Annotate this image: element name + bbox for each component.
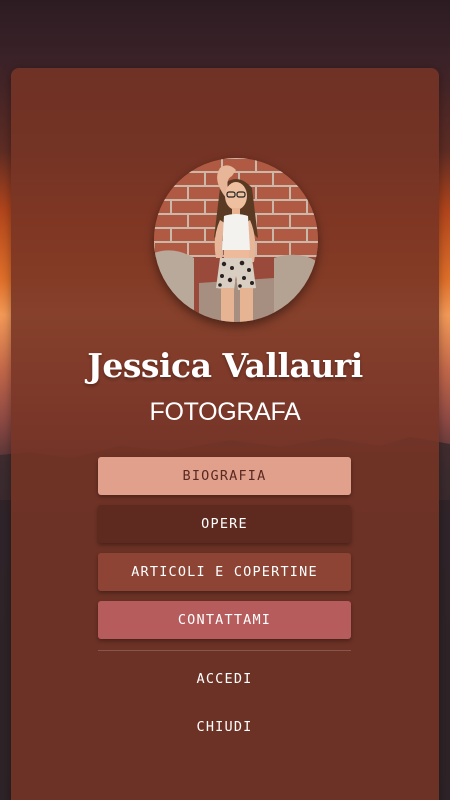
profile-role: FOTOGRAFA bbox=[149, 398, 301, 426]
close-link[interactable]: CHIUDI bbox=[98, 719, 351, 735]
biography-button[interactable]: BIOGRAFIA bbox=[98, 457, 351, 495]
login-link[interactable]: ACCEDI bbox=[98, 671, 351, 687]
profile-name: Jessica Vallauri bbox=[87, 346, 363, 385]
menu-divider bbox=[98, 650, 351, 651]
profile-card: Jessica Vallauri FOTOGRAFA BIOGRAFIA OPE… bbox=[11, 68, 439, 800]
photo-image bbox=[154, 158, 318, 322]
page: { "profile": { "name": "Jessica Vallauri… bbox=[0, 0, 450, 800]
contact-me-button[interactable]: CONTATTAMI bbox=[98, 601, 351, 639]
profile-photo bbox=[154, 158, 318, 322]
articles-and-covers-button[interactable]: ARTICOLI E COPERTINE bbox=[98, 553, 351, 591]
works-button[interactable]: OPERE bbox=[98, 505, 351, 543]
